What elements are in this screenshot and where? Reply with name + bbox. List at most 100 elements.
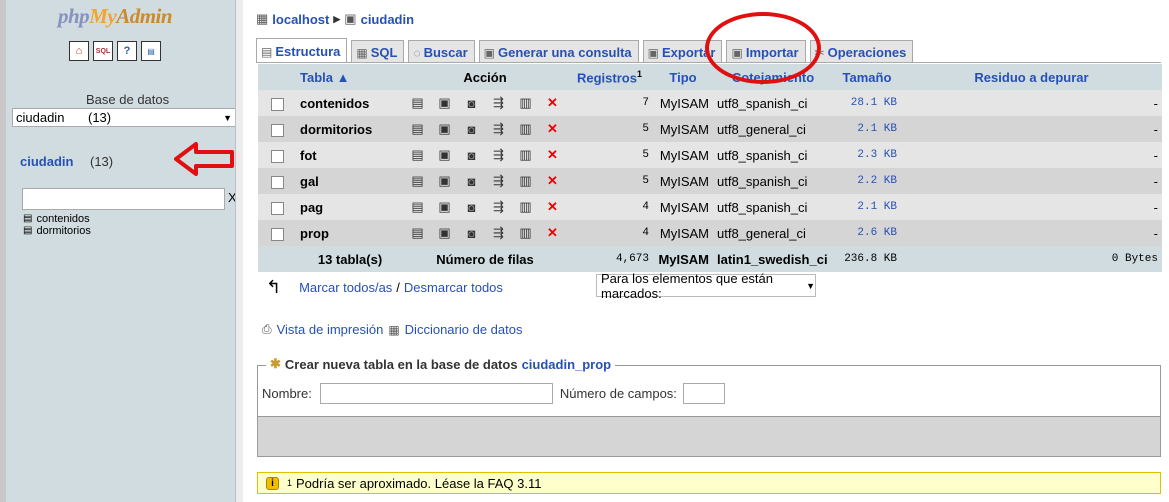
tab-buscar[interactable]: ◌ Buscar [408, 40, 475, 62]
table-name-link[interactable]: fot [296, 142, 404, 168]
drop-icon[interactable]: ✕ [539, 220, 566, 246]
header-checkbox-col [258, 64, 296, 90]
insert-icon[interactable]: ⇶ [485, 194, 512, 220]
data-dictionary-link[interactable]: Diccionario de datos [405, 322, 523, 337]
chevron-down-icon: ▼ [806, 280, 815, 291]
table-name-input[interactable] [319, 383, 553, 404]
search-icon[interactable]: ◙ [458, 116, 485, 142]
size-value[interactable]: 28.1 KB [833, 90, 901, 116]
table-name-link[interactable]: dormitorios [296, 116, 404, 142]
size-value[interactable]: 2.6 KB [833, 220, 901, 246]
red-arrow-annotation-icon [174, 142, 234, 176]
footer-type: MyISAM [653, 246, 713, 272]
database-select[interactable]: ciudadin (13) ▼ [12, 108, 237, 127]
phpmyadmin-logo[interactable]: phpMyAdmin [58, 4, 173, 29]
drop-icon[interactable]: ✕ [539, 90, 566, 116]
table-name-link[interactable]: prop [296, 220, 404, 246]
row-checkbox[interactable] [270, 97, 284, 111]
row-checkbox[interactable] [270, 123, 284, 137]
insert-icon[interactable]: ⇶ [485, 116, 512, 142]
frame-separator[interactable] [235, 0, 243, 502]
type-value: MyISAM [653, 194, 713, 220]
insert-icon[interactable]: ⇶ [485, 168, 512, 194]
table-name-link[interactable]: pag [296, 194, 404, 220]
structure-icon[interactable]: ▣ [431, 168, 458, 194]
records-value: 5 [566, 168, 653, 194]
row-checkbox[interactable] [270, 175, 284, 189]
with-selected-select[interactable]: Para los elementos que están marcados: ▼ [596, 271, 816, 301]
tab-generar-consulta[interactable]: ▣ Generar una consulta [478, 40, 639, 62]
header-tipo[interactable]: Tipo [653, 64, 713, 90]
header-residuo[interactable]: Residuo a depurar [901, 64, 1162, 90]
search-icon[interactable]: ◙ [458, 220, 485, 246]
table-footer-row: 13 tabla(s) Número de filas 4,673 MyISAM… [258, 246, 1162, 272]
num-fields-input[interactable] [682, 383, 725, 404]
browse-icon[interactable]: ▤ [404, 194, 431, 220]
browse-icon[interactable]: ▤ [404, 116, 431, 142]
structure-icon[interactable]: ▣ [431, 220, 458, 246]
footer-records: 4,673 [566, 246, 653, 272]
row-checkbox[interactable] [270, 227, 284, 241]
size-value[interactable]: 2.1 KB [833, 116, 901, 142]
structure-icon[interactable]: ▣ [431, 194, 458, 220]
browse-icon[interactable]: ▤ [404, 142, 431, 168]
type-value: MyISAM [653, 90, 713, 116]
drop-icon[interactable]: ✕ [539, 142, 566, 168]
structure-icon[interactable]: ▣ [431, 142, 458, 168]
uncheck-all-link[interactable]: Desmarcar todos [404, 280, 503, 295]
home-icon[interactable]: ⌂ [69, 41, 89, 61]
table-row: fot ▤ ▣ ◙ ⇶ ▥ ✕ 5 MyISAM utf8_spanish_ci 2.3 KB - [258, 142, 1162, 168]
left-table-item[interactable]: ▤ dormitorios [23, 225, 91, 237]
records-value: 4 [566, 220, 653, 246]
browse-icon[interactable]: ▤ [404, 90, 431, 116]
insert-icon[interactable]: ⇶ [485, 220, 512, 246]
tab-operaciones[interactable]: ✂ Operaciones [809, 40, 914, 62]
tab-sql[interactable]: ▦ SQL [351, 40, 405, 62]
header-registros[interactable]: Registros1 [566, 64, 653, 90]
collation-value: utf8_spanish_ci [713, 194, 833, 220]
empty-icon[interactable]: ▥ [512, 168, 539, 194]
table-filter-input[interactable] [22, 188, 225, 210]
left-table-item[interactable]: ▤ contenidos [23, 213, 91, 225]
help-icon[interactable]: ? [117, 41, 137, 61]
breadcrumb-database[interactable]: ciudadin [361, 12, 414, 27]
row-checkbox[interactable] [270, 201, 284, 215]
size-value[interactable]: 2.1 KB [833, 194, 901, 220]
current-database-link[interactable]: ciudadin (13) [20, 154, 113, 169]
name-label: Nombre: [262, 386, 312, 401]
insert-icon[interactable]: ⇶ [485, 142, 512, 168]
tab-estructura[interactable]: ▤ Estructura [256, 38, 348, 62]
browse-icon[interactable]: ▤ [404, 168, 431, 194]
overhead-value: - [901, 194, 1162, 220]
empty-icon[interactable]: ▥ [512, 116, 539, 142]
sql-docs-icon[interactable]: ▤ [141, 41, 161, 61]
create-table-button-bar [257, 417, 1161, 457]
empty-icon[interactable]: ▥ [512, 220, 539, 246]
row-checkbox[interactable] [270, 149, 284, 163]
search-icon[interactable]: ◙ [458, 194, 485, 220]
structure-icon[interactable]: ▣ [431, 90, 458, 116]
check-all-link[interactable]: Marcar todos/as [299, 280, 392, 295]
header-tabla[interactable]: Tabla ▲ [296, 64, 404, 90]
sql-query-window-icon[interactable]: SQL [93, 41, 113, 61]
search-icon[interactable]: ◙ [458, 90, 485, 116]
drop-icon[interactable]: ✕ [539, 168, 566, 194]
table-name-link[interactable]: gal [296, 168, 404, 194]
insert-icon[interactable]: ⇶ [485, 90, 512, 116]
print-view-link[interactable]: Vista de impresión [277, 322, 384, 337]
drop-icon[interactable]: ✕ [539, 116, 566, 142]
empty-icon[interactable]: ▥ [512, 194, 539, 220]
search-icon[interactable]: ◙ [458, 168, 485, 194]
empty-icon[interactable]: ▥ [512, 142, 539, 168]
breadcrumb-server[interactable]: localhost [272, 12, 329, 27]
size-value[interactable]: 2.3 KB [833, 142, 901, 168]
header-tamano[interactable]: Tamaño [833, 64, 901, 90]
size-value[interactable]: 2.2 KB [833, 168, 901, 194]
search-icon[interactable]: ◙ [458, 142, 485, 168]
drop-icon[interactable]: ✕ [539, 194, 566, 220]
browse-icon[interactable]: ▤ [404, 220, 431, 246]
empty-icon[interactable]: ▥ [512, 90, 539, 116]
table-icon: ▤ [23, 213, 33, 224]
structure-icon[interactable]: ▣ [431, 116, 458, 142]
table-name-link[interactable]: contenidos [296, 90, 404, 116]
